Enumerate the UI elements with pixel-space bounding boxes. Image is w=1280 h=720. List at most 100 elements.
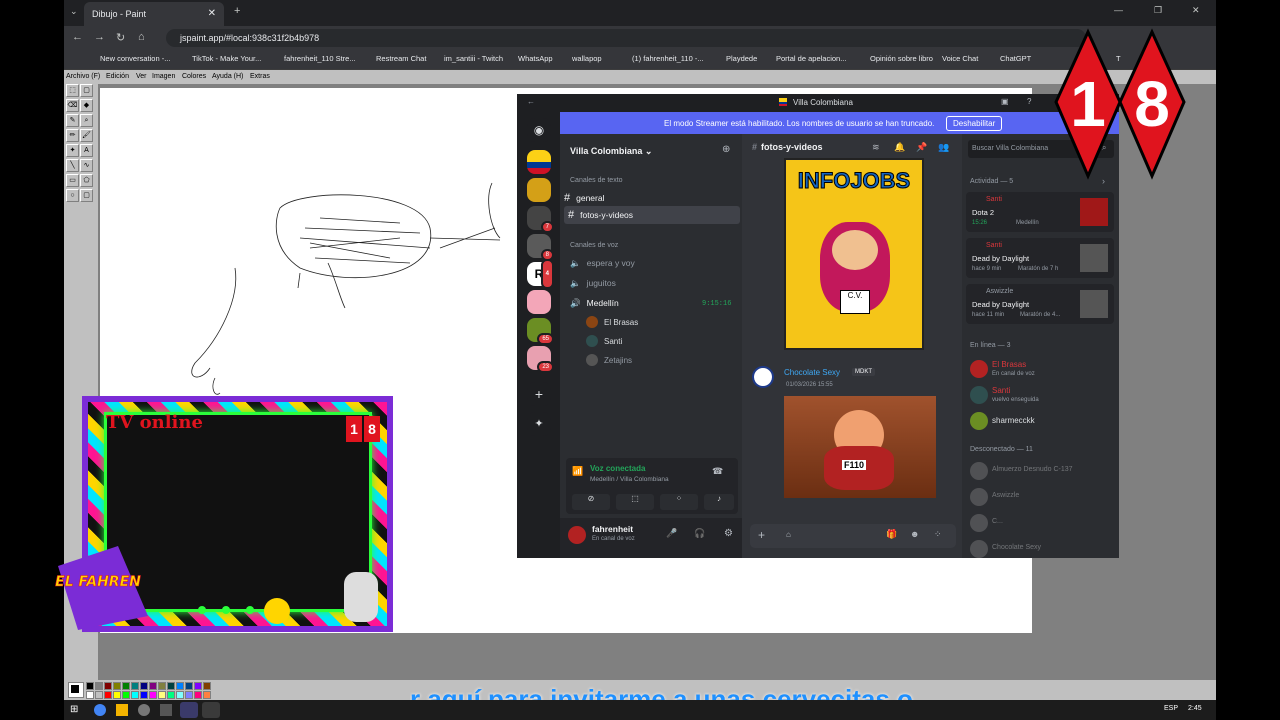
activity-card[interactable]: Aswizzle Dead by Daylight hace 11 min Ma…: [966, 284, 1114, 324]
gear-icon[interactable]: ⚙: [724, 528, 733, 539]
palette-swatch[interactable]: [131, 691, 139, 699]
pick-color-icon[interactable]: ✎: [66, 114, 79, 127]
bookmark-item[interactable]: fahrenheit_110 Stre...: [284, 54, 356, 63]
forward-icon[interactable]: →: [94, 31, 105, 43]
disable-streamer-button[interactable]: Deshabilitar: [946, 116, 1003, 131]
bookmark-item[interactable]: Portal de apelacion...: [776, 54, 846, 63]
palette-swatch[interactable]: [194, 691, 202, 699]
palette-swatch[interactable]: [131, 682, 139, 690]
text-icon[interactable]: A: [80, 144, 93, 157]
menu-item[interactable]: Extras: [250, 73, 270, 80]
pencil-icon[interactable]: ✏: [66, 129, 79, 142]
bookmark-item[interactable]: WhatsApp: [518, 54, 553, 63]
palette-swatch[interactable]: [185, 691, 193, 699]
menu-item[interactable]: Ver: [136, 73, 147, 80]
palette-swatch[interactable]: [149, 682, 157, 690]
palette-swatch[interactable]: [140, 682, 148, 690]
bookmark-item[interactable]: wallapop: [572, 54, 602, 63]
palette-swatch[interactable]: [113, 691, 121, 699]
palette-swatch[interactable]: [176, 682, 184, 690]
airbrush-icon[interactable]: ✦: [66, 144, 79, 157]
bookmark-item[interactable]: (1) fahrenheit_110 -...: [632, 54, 704, 63]
tab-paint[interactable]: Dibujo - Paint ✕: [84, 2, 224, 26]
discord-home-icon[interactable]: ◉: [527, 118, 551, 142]
voice-channel-espera[interactable]: 🔈 espera y voy: [570, 258, 635, 269]
bookmark-item[interactable]: Restream Chat: [376, 54, 426, 63]
maximize-icon[interactable]: ❐: [1154, 5, 1162, 16]
members-icon[interactable]: 👥: [938, 142, 949, 153]
menu-item[interactable]: Colores: [182, 73, 206, 80]
close-window-icon[interactable]: ✕: [1192, 5, 1200, 16]
disconnect-icon[interactable]: ☎: [712, 466, 723, 477]
palette-swatch[interactable]: [158, 691, 166, 699]
comic-image[interactable]: INFOJOBS C.V.: [784, 158, 924, 350]
clock[interactable]: 2:45: [1188, 705, 1202, 712]
explore-icon[interactable]: ✦: [527, 412, 551, 436]
palette-swatch[interactable]: [86, 691, 94, 699]
avatar[interactable]: [568, 526, 586, 544]
voice-user[interactable]: Santi: [586, 335, 622, 347]
obs-icon[interactable]: [138, 704, 150, 716]
palette-swatch[interactable]: [185, 682, 193, 690]
bookmark-item[interactable]: Playdede: [726, 54, 757, 63]
palette-swatch[interactable]: [122, 682, 130, 690]
current-colors[interactable]: [68, 682, 84, 698]
select-icon[interactable]: ▢: [80, 84, 93, 97]
avatar[interactable]: [752, 366, 774, 388]
apps-grid-icon[interactable]: ⁘: [934, 529, 942, 540]
activities-button[interactable]: ⁘: [660, 494, 698, 510]
bookmark-item[interactable]: New conversation -...: [100, 54, 170, 63]
palette-swatch[interactable]: [86, 682, 94, 690]
voice-channel-medellin[interactable]: 🔊 Medellín: [570, 298, 619, 309]
polygon-icon[interactable]: ⬠: [80, 174, 93, 187]
headphones-icon[interactable]: 🎧: [694, 528, 705, 539]
brush-icon[interactable]: 🖌: [80, 129, 93, 142]
gift-icon[interactable]: 🎁: [886, 529, 897, 540]
paint-taskbar-icon[interactable]: [202, 702, 220, 718]
add-attachment-icon[interactable]: +: [758, 528, 765, 542]
member-row[interactable]: Chocolate Sexy: [962, 538, 1119, 558]
minimize-icon[interactable]: —: [1114, 5, 1123, 15]
member-row[interactable]: Almuerzo Desnudo C-137: [962, 460, 1119, 482]
inbox-icon[interactable]: ▣: [1001, 97, 1009, 106]
screenshare-button[interactable]: ⬚: [616, 494, 654, 510]
chrome-icon[interactable]: [94, 704, 106, 716]
close-tab-icon[interactable]: ✕: [208, 8, 216, 19]
voice-channels-category[interactable]: Canales de voz: [570, 242, 618, 249]
palette-swatch[interactable]: [167, 691, 175, 699]
activity-card[interactable]: Santi Dota 2 15:26 Medellín: [966, 192, 1114, 232]
line-icon[interactable]: ╲: [66, 159, 79, 172]
ellipse-icon[interactable]: ○: [66, 189, 79, 202]
server-icon-8[interactable]: 23: [527, 346, 554, 373]
member-row[interactable]: El Brasas En canal de voz: [962, 356, 1119, 382]
text-channels-category[interactable]: Canales de texto: [570, 177, 623, 184]
language-indicator[interactable]: ESP: [1164, 705, 1178, 712]
palette-swatch[interactable]: [113, 682, 121, 690]
menu-item[interactable]: Imagen: [152, 73, 175, 80]
menu-item[interactable]: Ayuda (H): [212, 73, 243, 80]
microphone-icon[interactable]: 🎤: [666, 528, 677, 539]
rounded-rect-icon[interactable]: ▢: [80, 189, 93, 202]
back-arrow-icon[interactable]: ←: [527, 97, 535, 106]
bookmark-item[interactable]: TikTok - Make Your...: [192, 54, 261, 63]
attached-image[interactable]: F110: [784, 396, 936, 498]
invite-icon[interactable]: ⊕: [722, 144, 730, 155]
camera-button[interactable]: ⊘: [572, 494, 610, 510]
palette-swatch[interactable]: [194, 682, 202, 690]
server-icon-3[interactable]: 7: [527, 206, 554, 233]
message-author[interactable]: Chocolate Sexy: [784, 368, 840, 377]
server-icon-r[interactable]: R4: [527, 259, 554, 289]
palette-swatch[interactable]: [167, 682, 175, 690]
menu-item[interactable]: Edición: [106, 73, 129, 80]
url-input[interactable]: jspaint.app/#local:938c31f2b4b978: [166, 29, 1086, 47]
back-icon[interactable]: ←: [72, 31, 83, 43]
voice-channel-juguitos[interactable]: 🔈 juguitos: [570, 278, 616, 289]
server-icon-2[interactable]: [527, 178, 551, 202]
app-icon[interactable]: ⌂: [786, 530, 791, 539]
palette-swatch[interactable]: [104, 691, 112, 699]
discord-taskbar-icon[interactable]: [180, 702, 198, 718]
channel-general[interactable]: # general: [564, 192, 734, 204]
member-row[interactable]: C...: [962, 512, 1119, 534]
voice-location[interactable]: Medellín / Villa Colombiana: [590, 476, 669, 483]
activity-card[interactable]: Santi Dead by Daylight hace 9 min Marató…: [966, 238, 1114, 278]
